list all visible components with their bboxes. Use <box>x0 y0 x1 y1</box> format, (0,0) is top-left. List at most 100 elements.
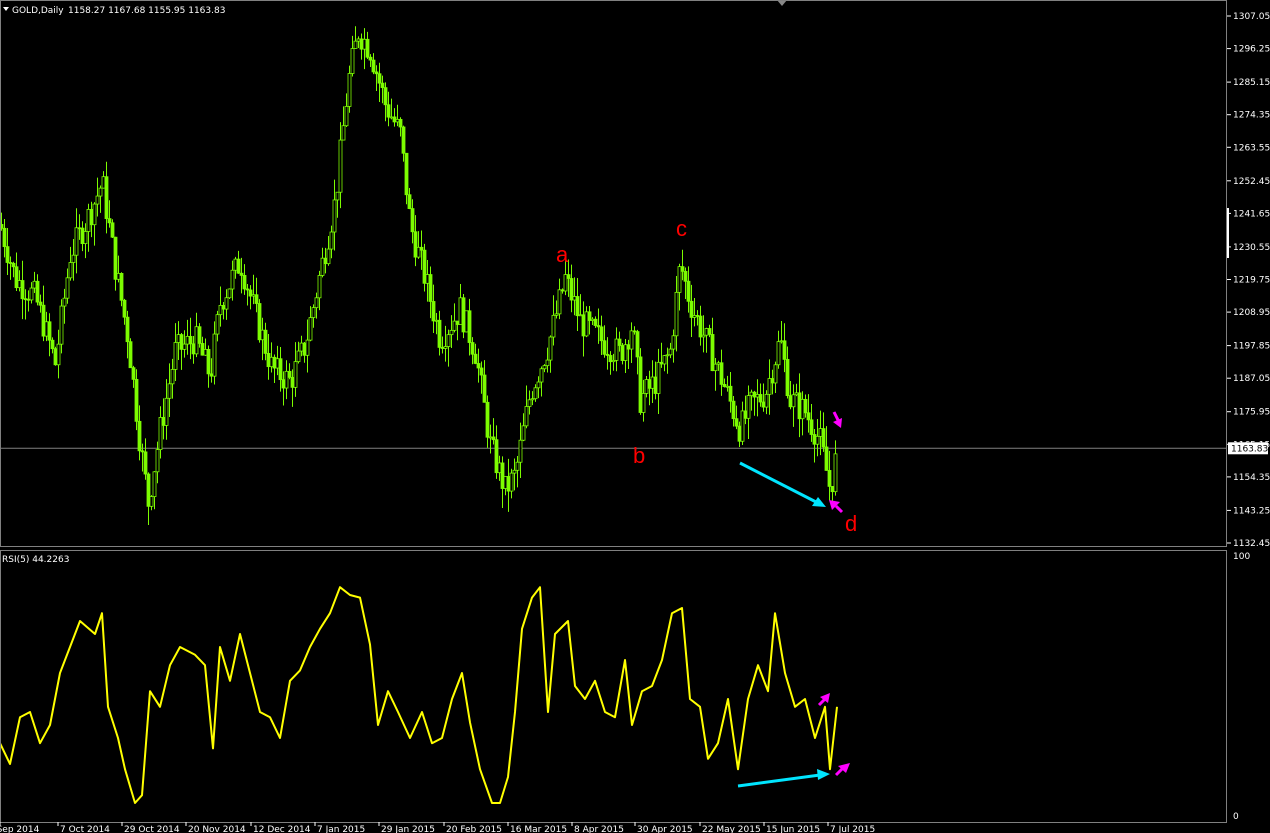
candle[interactable] <box>305 319 310 373</box>
candle[interactable] <box>650 360 655 403</box>
candle[interactable] <box>98 185 103 213</box>
candle[interactable] <box>419 230 424 270</box>
candle[interactable] <box>398 117 403 137</box>
candle[interactable] <box>629 322 634 363</box>
candle[interactable] <box>14 252 19 291</box>
candle[interactable] <box>251 274 256 305</box>
candle[interactable] <box>824 426 829 471</box>
candle[interactable] <box>791 384 796 427</box>
candle[interactable] <box>578 294 583 317</box>
candle[interactable] <box>92 202 97 246</box>
trading-chart[interactable]: GOLD,Daily 1158.27 1167.68 1155.95 1163.… <box>0 0 1270 833</box>
candle[interactable] <box>404 152 409 205</box>
candle[interactable] <box>467 298 472 356</box>
candle[interactable] <box>383 82 388 122</box>
candle[interactable] <box>158 406 163 459</box>
candle[interactable] <box>410 199 415 244</box>
candle[interactable] <box>260 317 265 361</box>
candle[interactable] <box>764 390 769 415</box>
candle[interactable] <box>617 331 622 352</box>
candle[interactable] <box>800 391 805 436</box>
candle[interactable] <box>245 284 250 306</box>
candle[interactable] <box>653 361 658 400</box>
candle[interactable] <box>728 372 733 413</box>
candle[interactable] <box>206 345 211 388</box>
candle[interactable] <box>782 323 787 373</box>
candle[interactable] <box>77 214 82 240</box>
candle[interactable] <box>755 379 760 417</box>
candle[interactable] <box>452 303 457 333</box>
candle[interactable] <box>683 267 688 300</box>
candle[interactable] <box>455 320 460 341</box>
candle[interactable] <box>632 326 637 335</box>
candle[interactable] <box>821 412 826 452</box>
candle[interactable] <box>515 455 520 488</box>
candle[interactable] <box>734 405 739 430</box>
candle[interactable] <box>59 299 64 354</box>
candle[interactable] <box>506 458 511 512</box>
candle[interactable] <box>32 271 37 293</box>
candle[interactable] <box>197 323 202 348</box>
candle[interactable] <box>368 54 373 68</box>
candle[interactable] <box>707 324 712 338</box>
candle[interactable] <box>131 365 136 388</box>
candle[interactable] <box>518 422 523 479</box>
candle[interactable] <box>590 317 595 326</box>
candle[interactable] <box>269 342 274 373</box>
candle[interactable] <box>587 305 592 335</box>
candle[interactable] <box>602 325 607 358</box>
candle[interactable] <box>152 471 157 510</box>
candle[interactable] <box>470 337 475 365</box>
candle[interactable] <box>212 321 217 385</box>
candle[interactable] <box>365 31 370 59</box>
candle[interactable] <box>221 301 226 320</box>
candle[interactable] <box>38 294 43 313</box>
candle[interactable] <box>239 257 244 294</box>
candle[interactable] <box>533 384 538 402</box>
candle[interactable] <box>224 289 229 320</box>
candle[interactable] <box>233 256 238 279</box>
candle[interactable] <box>413 215 418 267</box>
candle[interactable] <box>356 36 361 49</box>
rsi-panel[interactable] <box>0 586 838 804</box>
candle[interactable] <box>488 424 493 454</box>
candle[interactable] <box>512 458 517 491</box>
candle[interactable] <box>431 284 436 334</box>
candle[interactable] <box>287 363 292 380</box>
candle[interactable] <box>215 310 220 342</box>
candle[interactable] <box>584 306 589 338</box>
candle[interactable] <box>449 315 454 349</box>
candle[interactable] <box>785 346 790 399</box>
candle[interactable] <box>341 106 346 141</box>
candle[interactable] <box>371 53 376 75</box>
candle[interactable] <box>161 398 166 440</box>
candle[interactable] <box>56 329 61 379</box>
candle[interactable] <box>425 259 430 302</box>
candle[interactable] <box>47 313 52 357</box>
candle[interactable] <box>83 223 88 259</box>
candle[interactable] <box>344 93 349 128</box>
candle[interactable] <box>521 413 526 442</box>
candle[interactable] <box>809 403 814 442</box>
candle[interactable] <box>281 371 286 406</box>
candle[interactable] <box>332 179 337 251</box>
candle[interactable] <box>146 472 151 525</box>
candle[interactable] <box>242 264 247 295</box>
candle[interactable] <box>62 288 67 324</box>
candle[interactable] <box>713 357 718 391</box>
candle[interactable] <box>80 221 85 252</box>
candle[interactable] <box>596 308 601 344</box>
candle[interactable] <box>347 65 352 113</box>
chart-menu-triangle-icon[interactable] <box>3 7 9 11</box>
candle[interactable] <box>203 338 208 356</box>
candle[interactable] <box>389 98 394 120</box>
candle[interactable] <box>272 354 277 384</box>
candle[interactable] <box>461 293 466 339</box>
candle[interactable] <box>662 355 667 372</box>
candle[interactable] <box>2 218 7 258</box>
candle[interactable] <box>164 379 169 440</box>
candle[interactable] <box>551 295 556 346</box>
candle[interactable] <box>17 270 22 292</box>
candle[interactable] <box>110 219 115 238</box>
candle[interactable] <box>134 369 139 431</box>
